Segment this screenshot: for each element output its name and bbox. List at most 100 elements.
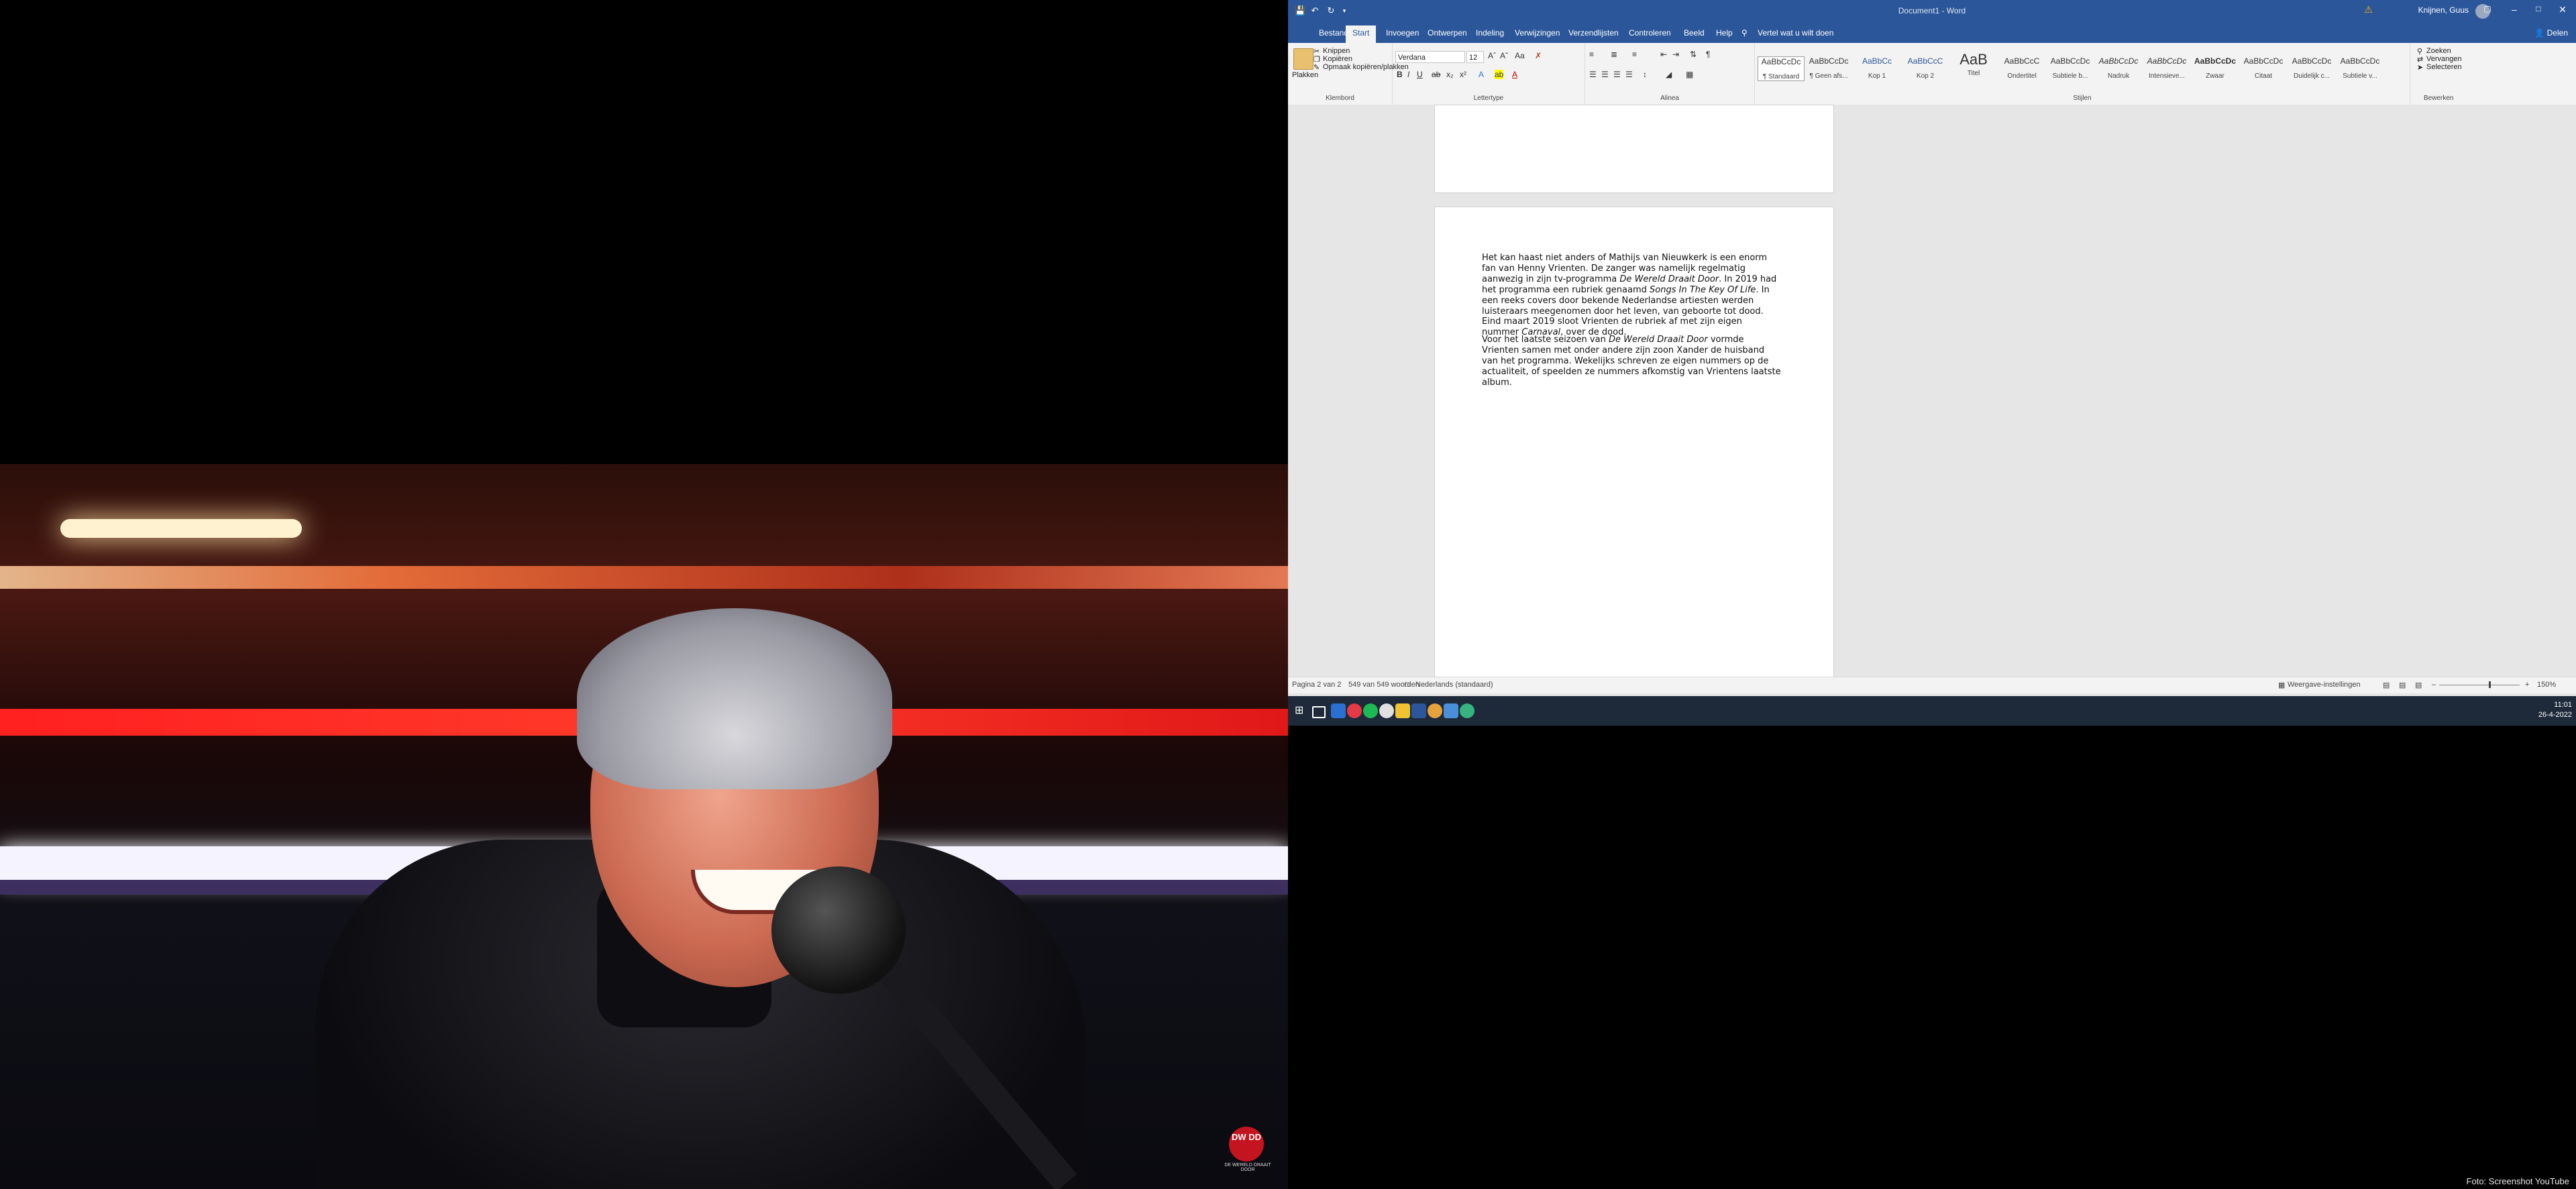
tell-me-icon[interactable]: ⚲ [1741, 28, 1748, 38]
user-name[interactable]: Knijnen, Guus [2418, 5, 2469, 15]
italic-icon[interactable]: I [1407, 70, 1409, 79]
style-item[interactable]: AaBbCcC Ondertitel [1999, 56, 2045, 80]
minimize-icon[interactable]: – [2501, 4, 2528, 15]
subscript-icon[interactable]: x₂ [1446, 70, 1454, 79]
shading-icon[interactable]: ◢ [1666, 70, 1672, 79]
tab-verzendlijsten[interactable]: Verzendlijsten [1568, 28, 1619, 38]
style-item[interactable]: AaBbCcDc Subtiele b... [2047, 56, 2093, 80]
tab-indeling[interactable]: Indeling [1476, 28, 1504, 38]
sort-icon[interactable]: ⇅ [1690, 50, 1697, 59]
decrease-indent-icon[interactable]: ⇤ [1660, 50, 1667, 59]
share-button[interactable]: 👤 Delen [2534, 28, 2568, 38]
line-spacing-icon[interactable]: ↕ [1643, 70, 1647, 79]
chrome-alt-icon[interactable] [1460, 703, 1474, 718]
print-layout-icon[interactable]: ▤ [2399, 681, 2406, 689]
paragraph-2[interactable]: Voor het laatste seizoen van De Wereld D… [1482, 335, 1781, 388]
multilevel-list-icon[interactable]: ≡ [1632, 50, 1637, 59]
copy-button[interactable]: Kopiëren [1323, 55, 1352, 63]
zoom-out-icon[interactable]: – [2432, 681, 2436, 689]
page-1[interactable] [1434, 105, 1834, 193]
tell-me-box[interactable]: Vertel wat u wilt doen [1758, 28, 1833, 38]
font-name-dropdown[interactable]: Verdana [1395, 51, 1465, 63]
style-item[interactable]: AaBbCcC Kop 2 [1902, 56, 1948, 80]
style-item[interactable]: AaB Titel [1951, 51, 1996, 77]
superscript-icon[interactable]: x² [1460, 70, 1466, 79]
highlight-icon[interactable]: ab [1495, 70, 1504, 79]
style-item[interactable]: AaBbCcDc Nadruk [2096, 56, 2141, 80]
task-view-icon[interactable] [1312, 706, 1326, 718]
outlook-icon[interactable] [1331, 703, 1346, 718]
style-item[interactable]: AaBbCc Kop 1 [1854, 56, 1900, 80]
show-marks-icon[interactable]: ¶ [1706, 50, 1710, 59]
clock[interactable]: 11:01 26-4-2022 [2538, 700, 2572, 720]
tab-beeld[interactable]: Beeld [1684, 28, 1705, 38]
cut-button[interactable]: Knippen [1323, 47, 1350, 55]
align-left-icon[interactable]: ☰ [1589, 70, 1597, 79]
maximize-icon[interactable]: □ [2525, 4, 2552, 13]
zoom-level[interactable]: 150% [2537, 681, 2556, 689]
style-label: Ondertitel [2007, 72, 2037, 80]
ribbon-display-options-icon[interactable]: ▢ [2474, 4, 2501, 13]
strikethrough-icon[interactable]: ab [1432, 70, 1440, 79]
close-icon[interactable]: ✕ [2549, 4, 2576, 15]
align-center-icon[interactable]: ☰ [1601, 70, 1609, 79]
warning-icon[interactable]: ⚠ [2364, 4, 2373, 15]
app-orange-icon[interactable] [1428, 703, 1442, 718]
proofing-icon[interactable]: □ [1405, 681, 1409, 689]
page-count[interactable]: Pagina 2 van 2 [1292, 681, 1341, 689]
word-taskbar-icon[interactable] [1411, 703, 1426, 718]
borders-icon[interactable]: ▦ [1686, 70, 1693, 79]
page-2[interactable]: Het kan haast niet anders of Mathijs van… [1434, 207, 1834, 691]
style-item[interactable]: AaBbCcDc ¶ Geen afs... [1806, 56, 1851, 80]
tab-bestand[interactable]: Bestand [1319, 28, 1348, 38]
tab-verwijzingen[interactable]: Verwijzingen [1515, 28, 1560, 38]
chrome-icon[interactable] [1379, 703, 1394, 718]
change-case-icon[interactable]: Aa [1515, 51, 1525, 60]
file-explorer-icon[interactable] [1395, 703, 1410, 718]
tab-invoegen[interactable]: Invoegen [1386, 28, 1419, 38]
select-button[interactable]: Selecteren [2426, 63, 2462, 71]
paste-button[interactable]: Plakken [1292, 71, 1318, 79]
tab-help[interactable]: Help [1716, 28, 1733, 38]
style-item[interactable]: AaBbCcDc Intensieve... [2144, 56, 2190, 80]
zoom-in-icon[interactable]: + [2525, 681, 2529, 689]
read-mode-icon[interactable]: ▤ [2383, 681, 2390, 689]
web-layout-icon[interactable]: ▤ [2415, 681, 2422, 689]
numbering-icon[interactable]: ≣ [1611, 50, 1617, 59]
paste-icon[interactable] [1293, 48, 1313, 70]
language[interactable]: Nederlands (standaard) [1415, 681, 1493, 689]
style-item[interactable]: AaBbCcDc Zwaar [2192, 56, 2238, 80]
style-item[interactable]: AaBbCcDc Duidelijk c... [2289, 56, 2334, 80]
paragraph-1[interactable]: Het kan haast niet anders of Mathijs van… [1482, 253, 1781, 338]
underline-icon[interactable]: U [1417, 70, 1423, 79]
start-icon[interactable]: ⊞ [1295, 703, 1309, 718]
tab-ontwerpen[interactable]: Ontwerpen [1428, 28, 1467, 38]
align-right-icon[interactable]: ☰ [1613, 70, 1621, 79]
app-blue-icon[interactable] [1444, 703, 1458, 718]
display-settings[interactable]: Weergave-instellingen [2288, 681, 2361, 689]
bold-icon[interactable]: B [1397, 70, 1403, 79]
find-button[interactable]: Zoeken [2426, 47, 2451, 55]
zoom-slider-thumb[interactable] [2489, 681, 2491, 688]
spotify-icon[interactable] [1363, 703, 1378, 718]
display-settings-icon[interactable]: ▦ [2278, 681, 2285, 689]
style-item[interactable]: AaBbCcDc Citaat [2241, 56, 2286, 80]
select-icon[interactable]: ➤ [2417, 63, 2423, 72]
format-painter-icon[interactable]: ✎ [1313, 63, 1320, 72]
clear-formatting-icon[interactable]: ✗ [1535, 51, 1542, 60]
font-size-dropdown[interactable]: 12 [1466, 51, 1484, 63]
app-red-icon[interactable] [1347, 703, 1362, 718]
replace-button[interactable]: Vervangen [2426, 55, 2462, 63]
tab-start[interactable]: Start [1346, 25, 1377, 43]
style-item[interactable]: AaBbCcDc ¶ Standaard [1758, 56, 1805, 81]
increase-indent-icon[interactable]: ⇥ [1672, 50, 1679, 59]
shrink-font-icon[interactable]: Aˇ [1500, 51, 1508, 60]
grow-font-icon[interactable]: Aˆ [1488, 51, 1496, 60]
justify-icon[interactable]: ☰ [1625, 70, 1633, 79]
background-stripe-orange [0, 566, 1288, 589]
font-color-icon[interactable]: A [1512, 70, 1517, 79]
text-effects-icon[interactable]: A [1479, 70, 1484, 79]
style-item[interactable]: AaBbCcDc Subtiele v... [2337, 56, 2383, 80]
tab-controleren[interactable]: Controleren [1629, 28, 1671, 38]
bullets-icon[interactable]: ≡ [1589, 50, 1594, 59]
